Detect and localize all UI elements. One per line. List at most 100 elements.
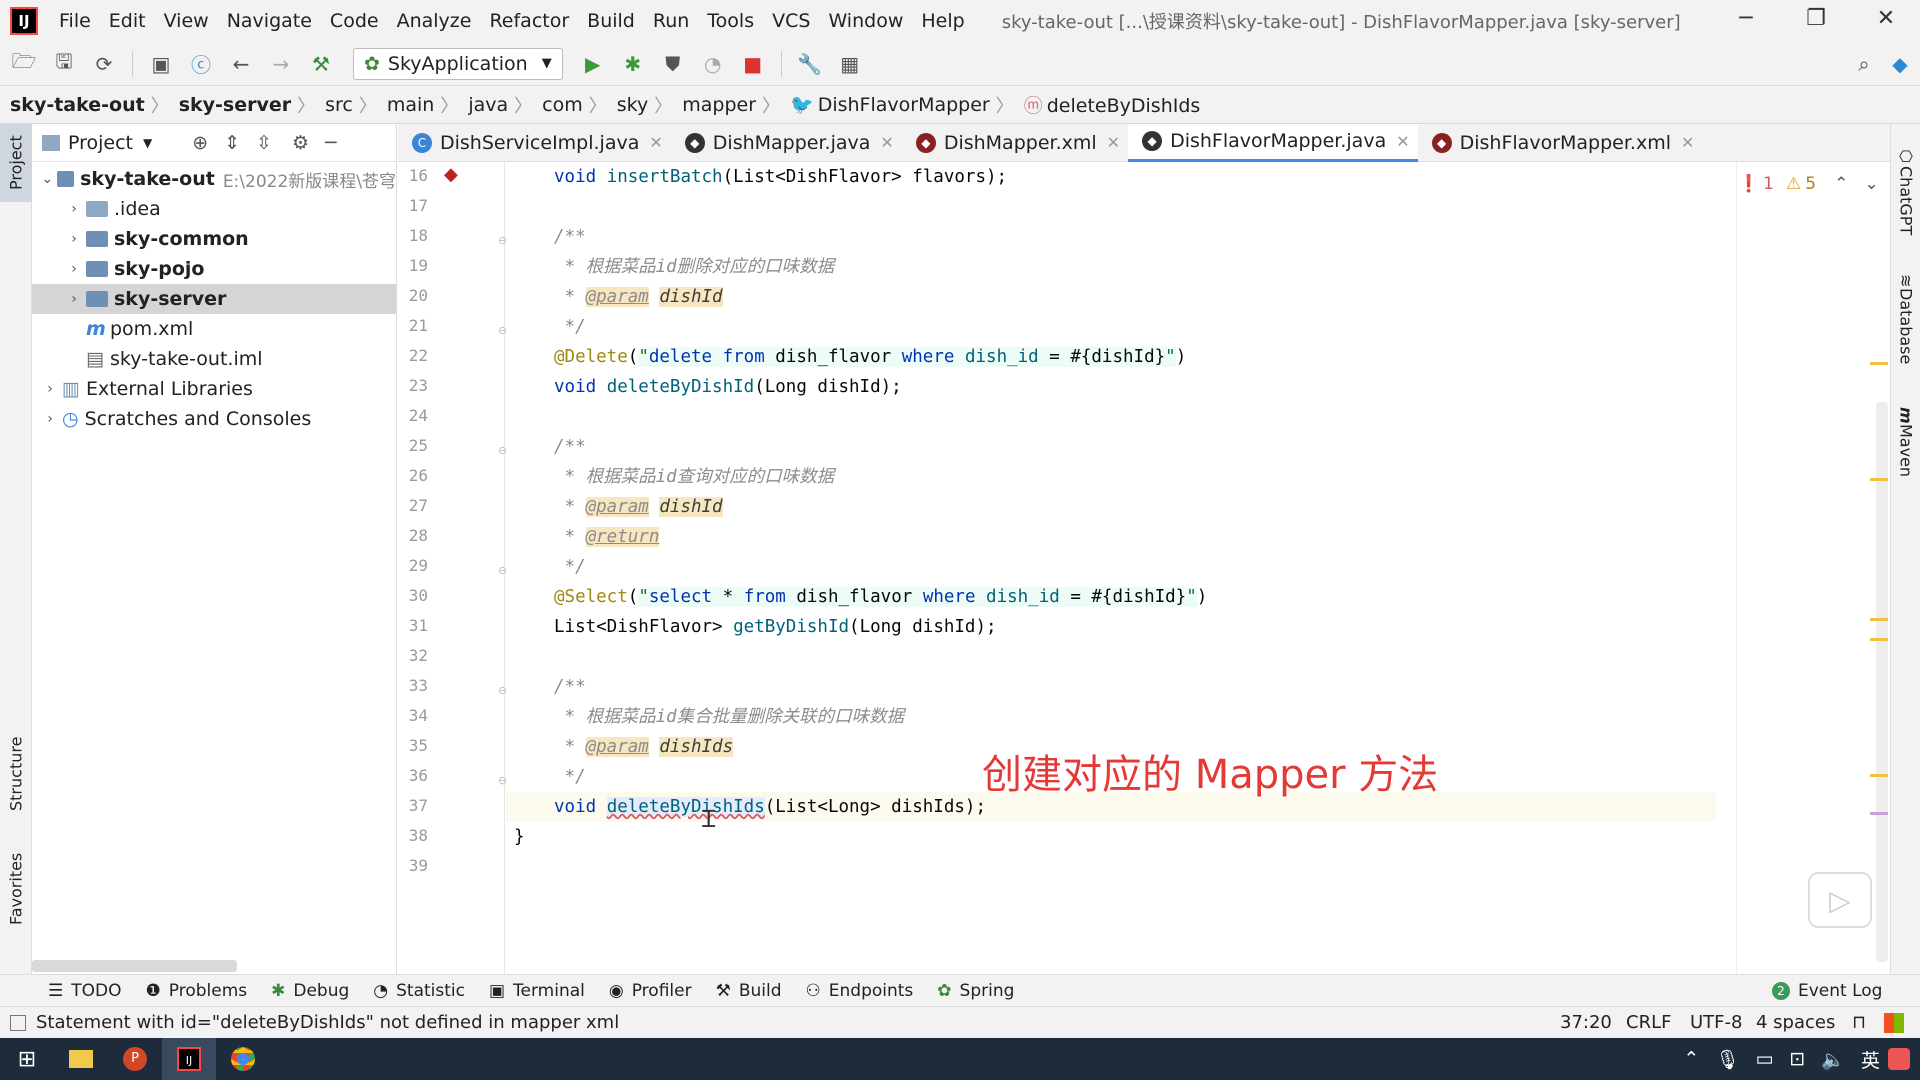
- close-icon[interactable]: ✕: [1107, 133, 1120, 152]
- tree-item-root[interactable]: ⌄ sky-take-out E:\2022新版课程\苍穹: [32, 164, 396, 194]
- open-folder-icon[interactable]: 🗁: [10, 49, 38, 78]
- breadcrumb-item[interactable]: ⓜ deleteByDishIds: [1014, 91, 1207, 118]
- menu-run[interactable]: Run: [644, 10, 698, 32]
- breadcrumb-item[interactable]: src: [315, 94, 359, 116]
- caret-position[interactable]: 37:20: [1560, 1012, 1612, 1033]
- tree-item-pom[interactable]: m pom.xml: [32, 314, 396, 344]
- powerpoint-button[interactable]: P: [108, 1038, 162, 1080]
- breadcrumb-item[interactable]: java: [458, 94, 514, 116]
- explorer-button[interactable]: [54, 1038, 108, 1080]
- warning-marker[interactable]: [1870, 478, 1888, 481]
- menu-analyze[interactable]: Analyze: [388, 10, 481, 32]
- tree-item-sky-server[interactable]: › sky-server: [32, 284, 396, 314]
- save-icon[interactable]: 🖫: [50, 49, 78, 78]
- tool-problems[interactable]: ❶ Problems: [134, 981, 260, 1001]
- restore-icon[interactable]: ❐: [1796, 6, 1836, 31]
- collapsed-arrow-icon[interactable]: ›: [62, 291, 86, 307]
- mybatis-gutter-icon[interactable]: ◆: [444, 164, 458, 185]
- breadcrumb-item[interactable]: 🐦 DishFlavorMapper: [780, 93, 996, 116]
- gear-icon[interactable]: ⚙: [292, 132, 309, 154]
- search-everywhere-icon[interactable]: ⌕: [1850, 50, 1878, 78]
- collapsed-arrow-icon[interactable]: ›: [62, 261, 86, 277]
- menu-window[interactable]: Window: [819, 10, 912, 32]
- microphone-icon[interactable]: 🎙: [1707, 1048, 1747, 1071]
- tool-statistic[interactable]: ◔ Statistic: [361, 981, 477, 1001]
- hide-icon[interactable]: ─: [325, 132, 336, 154]
- expand-arrow-icon[interactable]: ⌄: [38, 171, 57, 187]
- tray-expand-icon[interactable]: ⌃: [1675, 1048, 1707, 1070]
- project-structure-dialog-icon[interactable]: ▦: [836, 50, 864, 78]
- warning-marker[interactable]: [1870, 774, 1888, 777]
- menu-code[interactable]: Code: [321, 10, 388, 32]
- project-structure-icon[interactable]: ▣: [147, 50, 175, 78]
- next-highlight-icon[interactable]: ⌄: [1864, 174, 1878, 194]
- tab-favorites[interactable]: Favorites: [0, 834, 32, 944]
- collapsed-arrow-icon[interactable]: ›: [62, 231, 86, 247]
- breadcrumb-item[interactable]: sky-take-out: [0, 94, 151, 116]
- class-icon[interactable]: ⓒ: [187, 50, 215, 78]
- scroll-thumb[interactable]: [1876, 402, 1888, 962]
- locate-icon[interactable]: ⊕: [192, 132, 208, 154]
- menu-vcs[interactable]: VCS: [763, 10, 819, 32]
- menu-edit[interactable]: Edit: [100, 10, 155, 32]
- menu-view[interactable]: View: [155, 10, 218, 32]
- tab-dishflavormapper-xml[interactable]: ◆ DishFlavorMapper.xml ✕: [1418, 124, 1703, 162]
- close-icon[interactable]: ✕: [1396, 132, 1409, 151]
- lock-icon[interactable]: ⊓: [1852, 1012, 1866, 1033]
- intellij-button[interactable]: IJ: [162, 1038, 216, 1080]
- tab-chatgpt[interactable]: ⎔ ChatGPT: [1891, 136, 1920, 246]
- expand-all-icon[interactable]: ⇕: [224, 132, 240, 154]
- code-editor[interactable]: void insertBatch(List<DishFlavor> flavor…: [506, 162, 1716, 974]
- inspection-widget[interactable]: ❗ 1 ⚠ 5 ⌃ ⌄: [1738, 174, 1879, 194]
- breadcrumb-item[interactable]: com: [532, 94, 589, 116]
- run-icon[interactable]: ▶: [579, 50, 607, 78]
- tab-database[interactable]: ≋ Database: [1891, 264, 1920, 374]
- tab-dishflavormapper-java[interactable]: ◆ DishFlavorMapper.java ✕: [1128, 123, 1418, 162]
- error-marker[interactable]: [1870, 812, 1888, 815]
- tree-item-sky-pojo[interactable]: › sky-pojo: [32, 254, 396, 284]
- tab-dishmapper-xml[interactable]: ◆ DishMapper.xml ✕: [902, 124, 1128, 162]
- tab-maven[interactable]: m Maven: [1891, 392, 1920, 492]
- tree-item-sky-common[interactable]: › sky-common: [32, 224, 396, 254]
- tool-build[interactable]: ⚒ Build: [704, 981, 794, 1001]
- sync-icon[interactable]: ⟳: [90, 50, 118, 78]
- indent-setting[interactable]: 4 spaces: [1756, 1012, 1835, 1033]
- horizontal-scrollbar[interactable]: [32, 960, 237, 972]
- close-icon[interactable]: ✕: [1681, 133, 1694, 152]
- stop-icon[interactable]: ■: [739, 50, 767, 78]
- collapse-all-icon[interactable]: ⇳: [256, 132, 272, 154]
- run-config-select[interactable]: ✿ SkyApplication ▼: [353, 47, 563, 80]
- tool-terminal[interactable]: ▣ Terminal: [477, 981, 597, 1001]
- chevron-down-icon[interactable]: ▼: [143, 136, 152, 150]
- menu-navigate[interactable]: Navigate: [218, 10, 321, 32]
- profile-icon[interactable]: ◔: [699, 50, 727, 78]
- back-icon[interactable]: ←: [227, 50, 255, 78]
- plugin-icon[interactable]: ◆: [1886, 50, 1914, 78]
- collapsed-arrow-icon[interactable]: ›: [62, 201, 86, 217]
- tree-item-scratches[interactable]: › ◷ Scratches and Consoles: [32, 404, 396, 434]
- tool-todo[interactable]: ☰ TODO: [36, 981, 134, 1001]
- menu-tools[interactable]: Tools: [698, 10, 763, 32]
- breadcrumb-item[interactable]: sky: [607, 94, 654, 116]
- tree-item-external-libraries[interactable]: › ▥ External Libraries: [32, 374, 396, 404]
- menu-refactor[interactable]: Refactor: [480, 10, 578, 32]
- breadcrumb-item[interactable]: mapper: [672, 94, 762, 116]
- menu-file[interactable]: File: [50, 10, 100, 32]
- coverage-icon[interactable]: ⛊: [659, 50, 687, 78]
- video-play-icon[interactable]: ▷: [1808, 872, 1872, 928]
- tree-item-idea[interactable]: › .idea: [32, 194, 396, 224]
- battery-icon[interactable]: ▭: [1747, 1048, 1781, 1070]
- unresolved-method-name[interactable]: deleteByDishIds: [606, 797, 765, 817]
- close-icon[interactable]: ✕: [649, 133, 662, 152]
- tab-structure[interactable]: Structure: [0, 724, 32, 824]
- start-button[interactable]: ⊞: [0, 1038, 54, 1080]
- collapsed-arrow-icon[interactable]: ›: [38, 411, 62, 427]
- menu-build[interactable]: Build: [578, 10, 644, 32]
- file-encoding[interactable]: UTF-8: [1690, 1012, 1742, 1033]
- debug-icon[interactable]: ✱: [619, 50, 647, 78]
- chrome-button[interactable]: [216, 1038, 270, 1080]
- hammer-icon[interactable]: ⚒: [307, 50, 335, 78]
- tool-debug[interactable]: ✱ Debug: [259, 981, 361, 1001]
- breadcrumb-item[interactable]: main: [377, 94, 440, 116]
- tree-item-iml[interactable]: ▤ sky-take-out.iml: [32, 344, 396, 374]
